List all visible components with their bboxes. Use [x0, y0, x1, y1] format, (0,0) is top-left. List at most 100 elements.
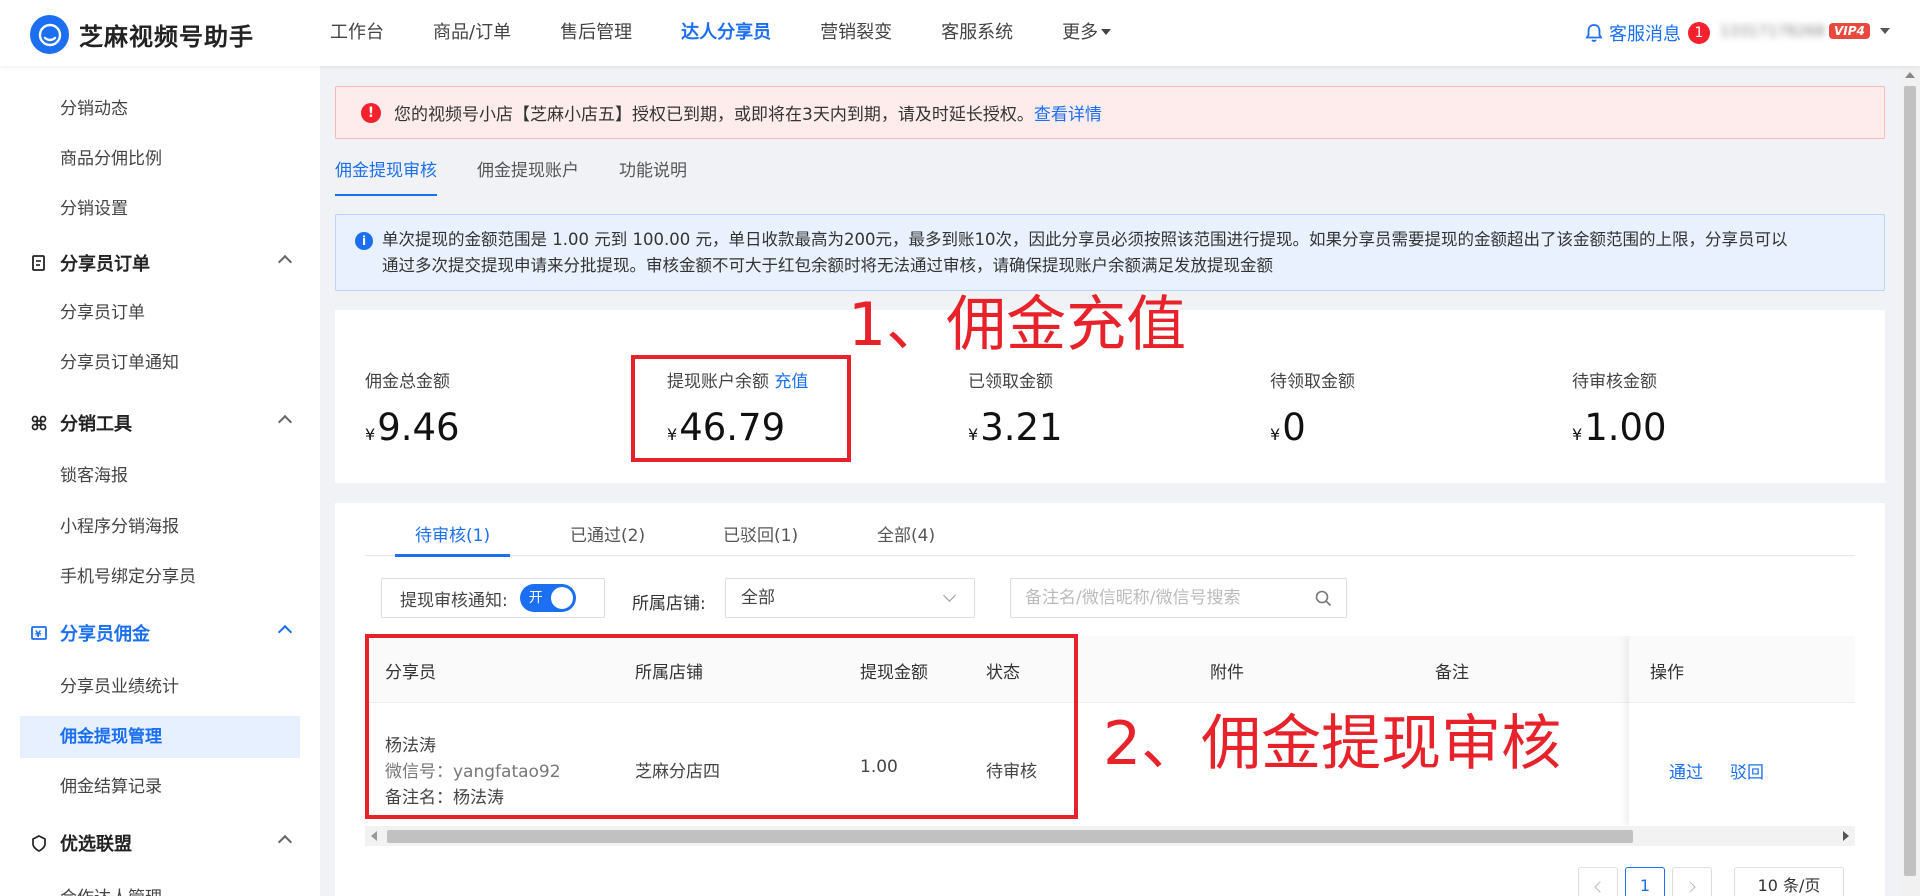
nav-products-orders[interactable]: 商品/订单: [433, 0, 511, 66]
tab-all[interactable]: 全部(4): [877, 521, 935, 556]
stat-pending-review: 待审核金额 ¥1.00: [1572, 367, 1667, 449]
sidebar-item-settlement-records[interactable]: 佣金结算记录: [20, 766, 300, 808]
withdrawal-info-notice: i 单次提现的金额范围是 1.00 元到 100.00 元，单日收款最高为200…: [335, 214, 1885, 291]
scroll-up-arrow-icon[interactable]: [1905, 72, 1915, 78]
app-logo[interactable]: 芝麻视频号助手: [30, 15, 254, 54]
chevron-up-icon: [277, 834, 293, 850]
sidebar-group-label: 分享员订单: [60, 254, 150, 275]
tab-approved[interactable]: 已通过(2): [570, 521, 645, 556]
shield-icon: [30, 834, 48, 852]
scrollbar-thumb[interactable]: [387, 830, 1633, 843]
actions-column: 操作 通过 驳回: [1629, 636, 1855, 826]
sidebar-group-distribution-tools[interactable]: 分销工具: [30, 403, 293, 443]
sidebar-group-preferred-alliance[interactable]: 优选联盟: [30, 823, 293, 863]
sidebar-item-phone-binding[interactable]: 手机号绑定分享员: [20, 556, 300, 598]
message-count-badge: 1: [1688, 22, 1710, 44]
alert-details-link[interactable]: 查看详情: [1034, 100, 1102, 125]
caret-down-icon: [1101, 29, 1112, 35]
nav-marketing[interactable]: 营销裂变: [820, 0, 892, 66]
chevron-down-icon: [1879, 28, 1890, 34]
page-size-value: 10 条/页: [1757, 876, 1821, 895]
sidebar-group-label: 分享员佣金: [60, 624, 150, 645]
reject-button[interactable]: 驳回: [1730, 758, 1764, 783]
store-select[interactable]: 全部: [725, 578, 975, 618]
store-select-value: 全部: [741, 588, 775, 608]
sidebar-item-distribution-settings[interactable]: 分销设置: [20, 188, 300, 230]
chevron-right-icon: [1684, 881, 1696, 893]
receipt-icon: [30, 254, 48, 272]
sidebar-item-miniapp-poster[interactable]: 小程序分销海报: [20, 506, 300, 548]
sidebar-item-commission-ratio[interactable]: 商品分佣比例: [20, 138, 300, 180]
sidebar-item-lock-poster[interactable]: 锁客海报: [20, 455, 300, 497]
nav-more[interactable]: 更多: [1062, 0, 1112, 66]
scroll-right-arrow-icon[interactable]: [1843, 831, 1849, 841]
review-notification-toggle[interactable]: 开: [519, 584, 576, 612]
tab-feature-description[interactable]: 功能说明: [619, 150, 687, 196]
scrollbar-thumb[interactable]: [1904, 86, 1916, 876]
chevron-down-icon: [943, 589, 956, 602]
page-size-select[interactable]: 10 条/页: [1734, 867, 1844, 896]
tab-withdrawal-account[interactable]: 佣金提现账户: [477, 150, 579, 196]
sidebar-item-withdrawal-management[interactable]: 佣金提现管理: [20, 716, 300, 758]
toggle-text: 开: [528, 590, 543, 606]
stat-label: 待领取金额: [1270, 372, 1355, 392]
logo-icon: [30, 15, 69, 54]
currency-symbol: ¥: [1572, 425, 1583, 444]
sidebar-item-order-notification[interactable]: 分享员订单通知: [20, 342, 300, 384]
sidebar-item-distribution-feed[interactable]: 分销动态: [20, 88, 300, 130]
chevron-left-icon: [1594, 881, 1606, 893]
nav-workbench[interactable]: 工作台: [330, 0, 384, 66]
horizontal-scrollbar[interactable]: [365, 826, 1855, 846]
review-notification-setting: 提现审核通知: 开: [381, 578, 605, 618]
stat-value: ¥3.21: [968, 406, 1063, 449]
nav-customer-service[interactable]: 客服系统: [941, 0, 1013, 66]
sidebar-item-partner-management[interactable]: 合作达人管理: [20, 877, 300, 896]
header-attachment: 附件: [1210, 663, 1244, 683]
header-remark: 备注: [1435, 663, 1469, 683]
store-filter-label: 所属店铺:: [632, 594, 706, 614]
toggle-knob: [550, 587, 573, 609]
bell-icon: [1585, 24, 1603, 42]
tab-withdrawal-review[interactable]: 佣金提现审核: [335, 150, 437, 196]
messages-label: 客服消息: [1609, 24, 1681, 45]
approve-button[interactable]: 通过: [1669, 758, 1703, 783]
svg-text:¥: ¥: [35, 630, 42, 640]
actions-header-cell: 操作: [1629, 636, 1855, 703]
header-actions: 操作: [1650, 663, 1684, 683]
sidebar: 分销动态 商品分佣比例 分销设置 分享员订单 分享员订单 分享员订单通知 分销工…: [0, 66, 320, 896]
review-tabs: 待审核(1) 已通过(2) 已驳回(1) 全部(4): [365, 503, 1855, 557]
info-line-2: 通过多次提交提现申请来分批提现。审核金额不可大于红包余额时将无法通过审核，请确保…: [382, 256, 1273, 275]
page-button-current[interactable]: 1: [1625, 867, 1665, 896]
nav-sharers[interactable]: 达人分享员: [681, 0, 771, 66]
sidebar-group-label: 分销工具: [60, 414, 132, 435]
stat-amount: 9.46: [377, 406, 460, 449]
chevron-up-icon: [277, 624, 293, 640]
tab-pending-review[interactable]: 待审核(1): [394, 521, 511, 557]
sidebar-item-sharer-orders[interactable]: 分享员订单: [20, 292, 300, 334]
search-icon[interactable]: [1315, 590, 1332, 607]
page-scrollbar[interactable]: [1900, 66, 1920, 896]
info-line-1: 单次提现的金额范围是 1.00 元到 100.00 元，单日收款最高为200元，…: [382, 230, 1788, 249]
annotation-label-withdrawal-review: 2、佣金提现审核: [1103, 709, 1562, 779]
sidebar-item-performance-stats[interactable]: 分享员业绩统计: [20, 666, 300, 708]
nav-after-sales[interactable]: 售后管理: [560, 0, 632, 66]
search-input[interactable]: [1011, 579, 1291, 617]
stat-label: 已领取金额: [968, 372, 1053, 392]
sidebar-group-sharer-orders[interactable]: 分享员订单: [30, 243, 293, 283]
customer-messages[interactable]: 客服消息 1: [1585, 20, 1710, 46]
prev-page-button[interactable]: [1578, 867, 1618, 896]
search-box: [1010, 578, 1347, 618]
vip-badge: VIP4: [1828, 23, 1870, 39]
tab-rejected[interactable]: 已驳回(1): [723, 521, 798, 556]
stat-value: ¥9.46: [365, 406, 460, 449]
sidebar-group-sharer-commission[interactable]: ¥ 分享员佣金: [30, 613, 293, 653]
main-nav: 工作台 商品/订单 售后管理 达人分享员 营销裂变 客服系统 更多: [330, 0, 1160, 66]
account-menu[interactable]: 13317178268 VIP4: [1720, 22, 1890, 40]
annotation-box-recharge: [631, 355, 851, 462]
sidebar-group-label: 优选联盟: [60, 834, 132, 855]
stat-amount: 3.21: [980, 406, 1063, 449]
scroll-left-arrow-icon[interactable]: [371, 831, 377, 841]
next-page-button[interactable]: [1672, 867, 1712, 896]
notify-label: 提现审核通知:: [400, 590, 508, 611]
top-header: 芝麻视频号助手 工作台 商品/订单 售后管理 达人分享员 营销裂变 客服系统 更…: [0, 0, 1920, 66]
